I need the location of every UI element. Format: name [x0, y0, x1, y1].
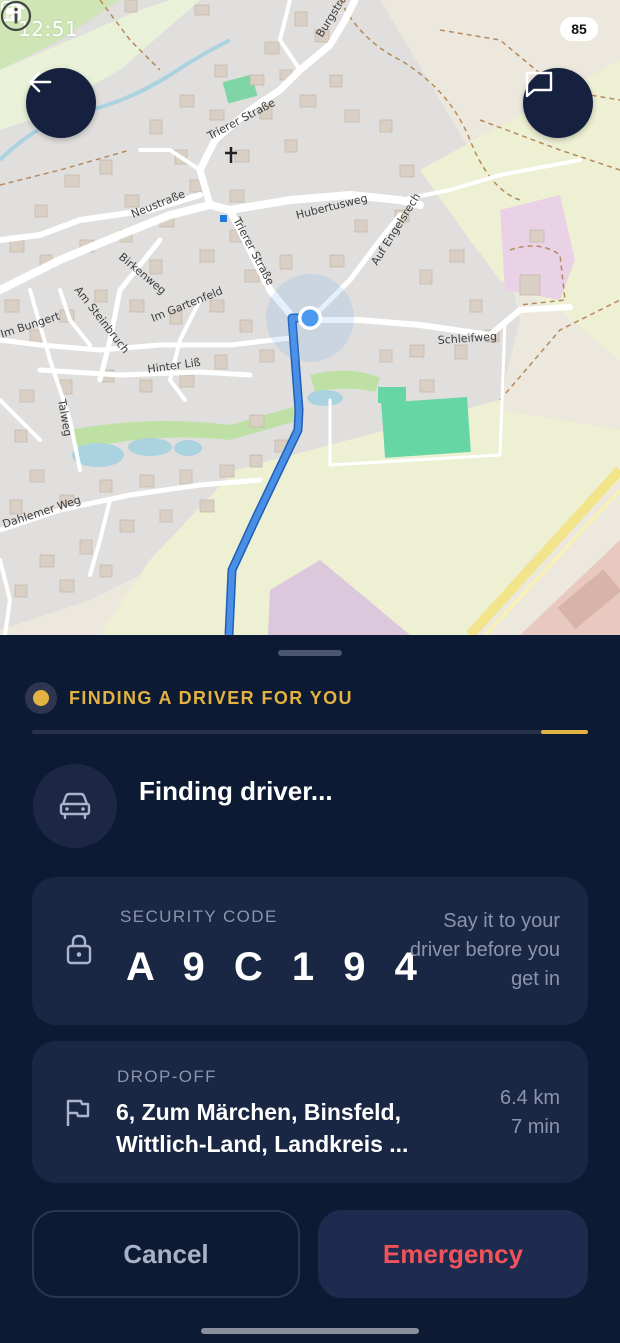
- dropoff-address-line-2: Wittlich-Land, Landkreis ...: [116, 1131, 409, 1157]
- security-code-label: SECURITY CODE: [120, 907, 278, 926]
- current-location-dot: [301, 309, 319, 327]
- message-icon: [525, 71, 553, 98]
- security-code-card: SECURITY CODE A 9 C 1 9 4 Say it to your…: [32, 877, 588, 1025]
- home-indicator[interactable]: [201, 1328, 419, 1334]
- flag-icon: [66, 1099, 90, 1126]
- map-info-icon[interactable]: [0, 0, 32, 32]
- security-code-hint: Say it to your driver before you get in: [409, 910, 560, 990]
- dropoff-address: 6, Zum Märchen, Binsfeld, Wittlich-Land,…: [116, 1096, 476, 1160]
- map-view[interactable]: Burgstraße Trierer Straße Neustraße Hube…: [0, 0, 620, 635]
- dropoff-card[interactable]: DROP-OFF 6, Zum Märchen, Binsfeld, Wittl…: [32, 1041, 588, 1183]
- status-bar: 12:51 85: [0, 0, 620, 58]
- driver-status-text: Finding driver...: [139, 776, 333, 806]
- car-icon: [59, 792, 91, 820]
- ride-status-sheet: FINDING A DRIVER FOR YOU Finding driver.…: [0, 635, 620, 1343]
- search-progress-fill: [540, 730, 588, 734]
- sheet-drag-handle[interactable]: [278, 650, 342, 656]
- lock-icon: [66, 934, 92, 965]
- search-progress-bar: [32, 730, 588, 734]
- ride-status-text: FINDING A DRIVER FOR YOU: [69, 687, 353, 708]
- dropoff-distance: 6.4 km: [499, 1087, 560, 1109]
- dropoff-address-line-1: 6, Zum Märchen, Binsfeld,: [116, 1099, 401, 1125]
- back-button[interactable]: [26, 68, 96, 138]
- security-code-value: A 9 C 1 9 4: [126, 945, 426, 989]
- status-dot: [33, 690, 49, 706]
- car-avatar: [33, 764, 117, 848]
- chat-button[interactable]: [523, 68, 593, 138]
- dropoff-trip-info: 6.4 km 7 min: [500, 1084, 560, 1142]
- arrow-left-icon: [28, 71, 52, 93]
- cancel-button[interactable]: Cancel: [32, 1210, 300, 1298]
- ride-status-row: FINDING A DRIVER FOR YOU: [25, 682, 353, 714]
- status-indicator: [25, 682, 57, 714]
- emergency-button[interactable]: Emergency: [318, 1210, 588, 1298]
- battery-indicator: 85: [560, 17, 598, 41]
- driver-row: Finding driver...: [33, 764, 593, 848]
- dropoff-duration: 7 min: [511, 1116, 560, 1138]
- dropoff-label: DROP-OFF: [117, 1067, 217, 1086]
